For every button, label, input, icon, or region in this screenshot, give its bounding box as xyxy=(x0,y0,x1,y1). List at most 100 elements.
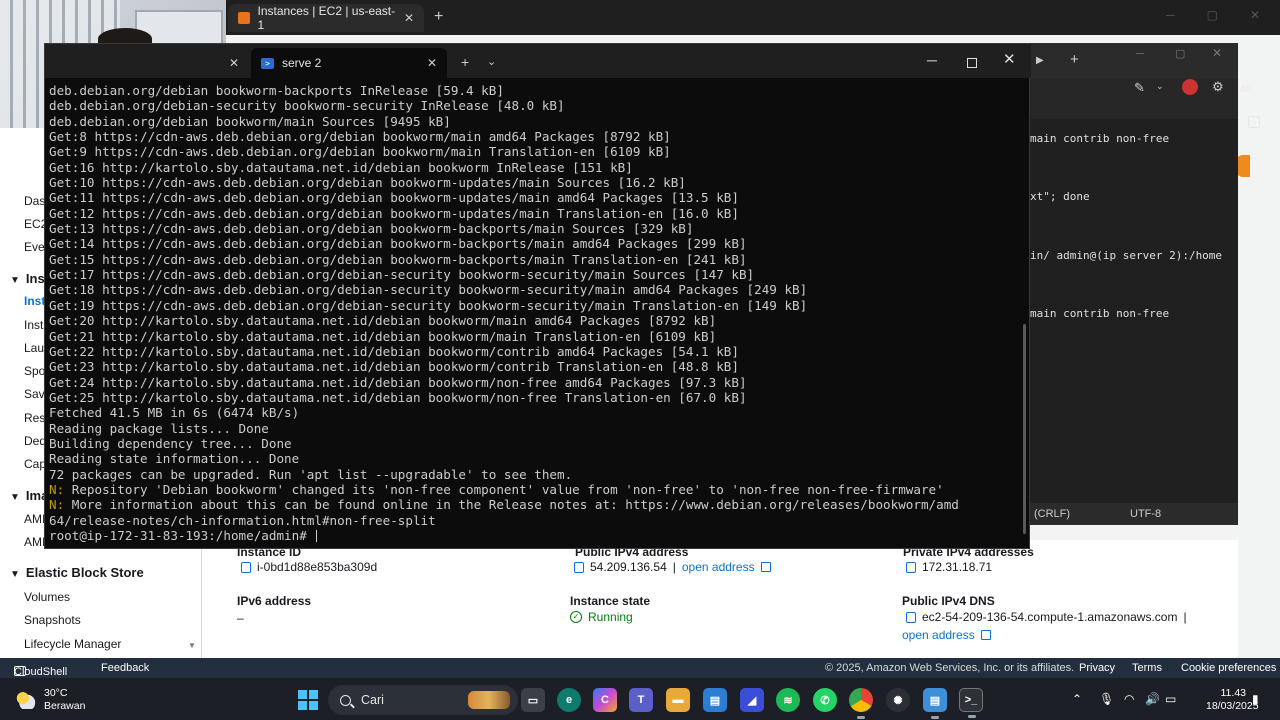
avatar[interactable] xyxy=(1182,79,1198,95)
file-explorer-icon[interactable]: ▬ xyxy=(666,688,690,712)
windows-start-icon[interactable] xyxy=(298,690,318,710)
instance-details-panel xyxy=(202,540,1280,658)
sidebar-item-volumes[interactable]: Volumes xyxy=(24,590,70,604)
sidebar-item-instance-types[interactable]: Inst xyxy=(24,318,43,332)
sidebar-item-reserved-instances[interactable]: Res xyxy=(24,411,45,425)
chevron-down-icon[interactable]: ⌄ xyxy=(487,55,496,68)
terminal-tab-title: serve 2 xyxy=(282,56,322,70)
notification-badge[interactable] xyxy=(1236,155,1250,177)
terminal-output[interactable]: deb.debian.org/debian bookworm-backports… xyxy=(49,83,1019,547)
close-icon[interactable]: ✕ xyxy=(1250,8,1260,22)
sidebar-item-dashboard[interactable]: Das xyxy=(24,194,45,208)
terminal-tab-serve-2[interactable]: > serve 2 ✕ xyxy=(251,48,447,78)
maximize-icon[interactable] xyxy=(967,58,977,68)
volume-icon[interactable]: 🔊 xyxy=(1145,692,1160,706)
terminal-line-text: Get:15 https://cdn-aws.deb.debian.org/de… xyxy=(49,251,747,267)
sidebar-item-dedicated-hosts[interactable]: Ded xyxy=(24,434,46,448)
new-tab-button[interactable]: + xyxy=(434,8,443,26)
whatsapp-icon[interactable]: ✆ xyxy=(813,688,837,712)
sidebar-item-capacity-reservations[interactable]: Cap xyxy=(24,457,46,471)
terminal-icon[interactable]: >_ xyxy=(959,688,983,718)
public-dns-value: ec2-54-209-136-54.compute-1.amazonaws.co… xyxy=(906,610,1187,624)
copy-icon[interactable] xyxy=(906,611,916,623)
browser-tab-ec2[interactable]: Instances | EC2 | us-east-1 ✕ xyxy=(228,4,424,32)
open-address-link[interactable]: open address xyxy=(682,560,755,574)
system-clock[interactable]: 11.43 18/03/2025 xyxy=(1206,687,1259,713)
copilot-icon[interactable]: C xyxy=(593,688,617,712)
sidebar-item-amis[interactable]: AMI xyxy=(24,512,45,526)
battery-icon[interactable]: ▭ xyxy=(1165,692,1176,706)
chrome-icon[interactable] xyxy=(849,688,873,719)
ipv6-value: – xyxy=(237,611,244,625)
vs-app-icon[interactable]: ◢ xyxy=(740,688,764,712)
terminal-prompt-line[interactable]: root@ip-172-31-83-193:/home/admin# xyxy=(49,528,1019,543)
play-icon[interactable]: ▶ xyxy=(1036,55,1044,66)
caret-down-icon: ▼ xyxy=(10,275,20,286)
notification-bell-icon[interactable]: ▮ xyxy=(1252,692,1259,706)
copy-icon[interactable] xyxy=(574,561,584,573)
maximize-icon[interactable]: ▢ xyxy=(1207,8,1218,22)
copy-icon[interactable] xyxy=(241,561,251,573)
wifi-icon[interactable]: ◠ xyxy=(1124,692,1134,706)
sidebar-item-savings-plans[interactable]: Sav xyxy=(24,387,45,401)
task-view-icon[interactable]: ▭ xyxy=(521,688,545,712)
terminal-line-text: deb.debian.org/debian-security bookworm-… xyxy=(49,98,565,114)
sidebar-item-snapshots[interactable]: Snapshots xyxy=(24,613,81,627)
close-icon[interactable]: ✕ xyxy=(1003,50,1016,68)
sidebar-section-instances[interactable]: ▼ Ins xyxy=(10,271,45,286)
privacy-link[interactable]: Privacy xyxy=(1079,662,1115,674)
new-tab-button[interactable]: + xyxy=(1070,51,1079,68)
sidebar-item-lifecycle-manager[interactable]: Lifecycle Manager xyxy=(24,637,121,651)
chevron-down-icon[interactable]: ⌄ xyxy=(1156,81,1164,92)
notice-prefix: N: xyxy=(49,497,72,513)
sidebar-section-images[interactable]: ▼ Ima xyxy=(10,488,48,503)
feedback-link[interactable]: Feedback xyxy=(101,662,149,674)
openai-icon[interactable]: ✺ xyxy=(886,688,910,712)
gear-icon[interactable]: ⚙ xyxy=(1212,79,1224,95)
sidebar-item-events[interactable]: Eve xyxy=(24,240,45,254)
copy-icon[interactable] xyxy=(906,561,916,573)
close-icon[interactable]: ✕ xyxy=(1212,46,1222,60)
encoding-status[interactable]: UTF-8 xyxy=(1130,508,1161,520)
teams-icon[interactable]: T xyxy=(629,688,653,712)
terminal-line-text: Get:11 https://cdn-aws.deb.debian.org/de… xyxy=(49,190,739,206)
terminal-line-text: Fetched 41.5 MB in 6s (6474 kB/s) xyxy=(49,405,300,421)
open-address-link[interactable]: open address xyxy=(902,628,975,642)
terminal-line-text: 64/release-notes/ch-information.html#non… xyxy=(49,512,436,528)
weather-widget[interactable]: 30°C Berawan xyxy=(14,687,85,713)
minimize-icon[interactable]: ─ xyxy=(1136,48,1144,60)
terminal-line: deb.debian.org/debian bookworm-backports… xyxy=(49,83,1019,98)
search-placeholder: Cari xyxy=(361,693,384,707)
new-tab-button[interactable]: + xyxy=(461,54,469,70)
sidebar-panel-icon[interactable] xyxy=(1248,116,1260,128)
close-icon[interactable]: ✕ xyxy=(229,56,239,70)
terminal-scrollbar[interactable] xyxy=(1023,324,1026,534)
minimize-icon[interactable]: ─ xyxy=(927,52,937,68)
spotify-icon[interactable]: ≋ xyxy=(776,688,800,712)
sidebar-section-ebs[interactable]: ▼ Elastic Block Store xyxy=(10,565,144,580)
close-icon[interactable]: ✕ xyxy=(404,11,414,25)
private-ipv4-value: 172.31.18.71 xyxy=(906,560,992,574)
cookie-preferences-link[interactable]: Cookie preferences xyxy=(1181,662,1276,674)
sidebar-scroll-down-icon[interactable]: ▼ xyxy=(188,641,196,650)
line-ending-status[interactable]: (CRLF) xyxy=(1034,508,1070,520)
terminal-line-text: Get:12 https://cdn-aws.deb.debian.org/de… xyxy=(49,205,739,221)
minimize-icon[interactable]: ─ xyxy=(1166,8,1175,22)
edge-icon[interactable]: e xyxy=(557,688,581,712)
store-icon[interactable]: ▤ xyxy=(703,688,727,712)
chevron-up-icon[interactable]: ⌃ xyxy=(1072,692,1082,706)
text-cursor xyxy=(316,529,318,542)
sidebar-item-ami-catalog[interactable]: AMI xyxy=(24,535,45,549)
sidebar-item-launch-templates[interactable]: Lau xyxy=(24,341,44,355)
maximize-icon[interactable]: ▢ xyxy=(1175,47,1185,60)
copilot-icon[interactable]: ✎ xyxy=(1134,80,1145,96)
taskbar-search[interactable]: Cari xyxy=(328,685,518,715)
terminal-line: Get:8 https://cdn-aws.deb.debian.org/deb… xyxy=(49,129,1019,144)
sidebar-item-instances[interactable]: Inst xyxy=(24,294,45,308)
sidebar-item-spot-requests[interactable]: Spo xyxy=(24,364,45,378)
close-icon[interactable]: ✕ xyxy=(427,56,437,70)
terms-link[interactable]: Terms xyxy=(1132,662,1162,674)
terminal-line-text: Get:18 https://cdn-aws.deb.debian.org/de… xyxy=(49,282,808,298)
microphone-icon[interactable]: 🎙 xyxy=(1099,692,1114,706)
notepad-icon[interactable]: ▤ xyxy=(923,688,947,719)
